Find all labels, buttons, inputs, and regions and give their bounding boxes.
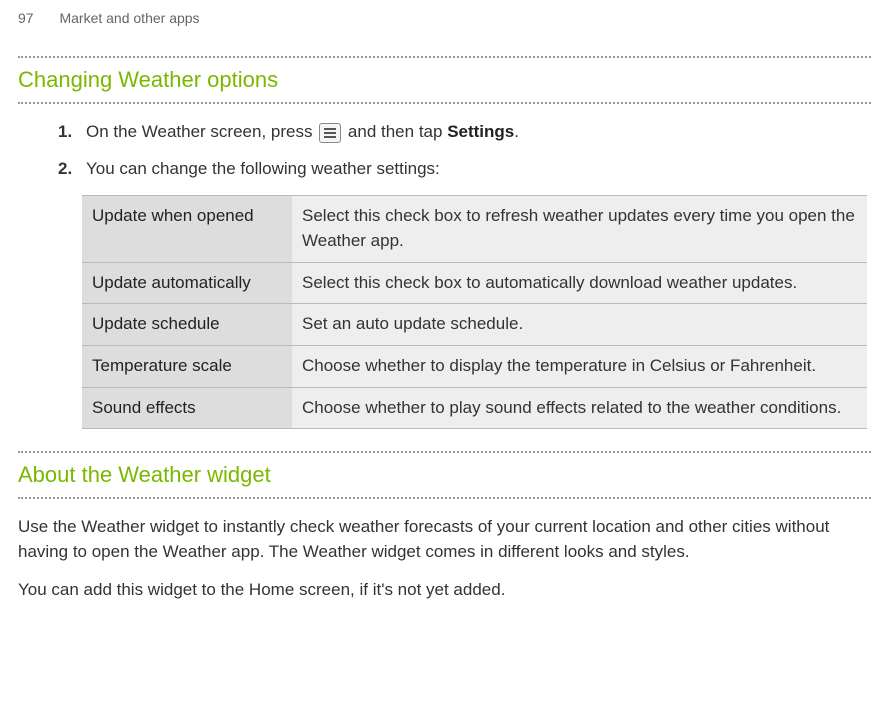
section-about-weather-widget: About the Weather widget Use the Weather… [18, 451, 871, 603]
step1-mid: and then tap [348, 122, 447, 141]
setting-label: Update automatically [82, 262, 292, 304]
settings-table: Update when opened Select this check box… [82, 195, 867, 429]
paragraph: You can add this widget to the Home scre… [18, 578, 871, 603]
step1-bold: Settings [447, 122, 514, 141]
setting-label: Update schedule [82, 304, 292, 346]
page-header: 97 Market and other apps [18, 8, 871, 28]
table-row: Update automatically Select this check b… [82, 262, 867, 304]
paragraph: Use the Weather widget to instantly chec… [18, 515, 871, 564]
step-body: On the Weather screen, press and then ta… [86, 120, 871, 145]
step-body: You can change the following weather set… [86, 157, 871, 429]
table-row: Temperature scale Choose whether to disp… [82, 346, 867, 388]
list-item: 1. On the Weather screen, press and then… [58, 120, 871, 145]
step-number: 1. [58, 120, 86, 145]
setting-desc: Select this check box to automatically d… [292, 262, 867, 304]
setting-desc: Set an auto update schedule. [292, 304, 867, 346]
setting-desc: Select this check box to refresh weather… [292, 196, 867, 262]
list-item: 2. You can change the following weather … [58, 157, 871, 429]
setting-label: Update when opened [82, 196, 292, 262]
section-heading-changing-weather-options: Changing Weather options [18, 56, 871, 104]
setting-desc: Choose whether to display the temperatur… [292, 346, 867, 388]
menu-icon [319, 123, 341, 143]
table-row: Update schedule Set an auto update sched… [82, 304, 867, 346]
page-number: 97 [18, 8, 34, 28]
step1-post: . [514, 122, 519, 141]
step2-text: You can change the following weather set… [86, 159, 440, 178]
setting-label: Temperature scale [82, 346, 292, 388]
steps-list: 1. On the Weather screen, press and then… [18, 120, 871, 429]
table-row: Update when opened Select this check box… [82, 196, 867, 262]
setting-label: Sound effects [82, 387, 292, 429]
section-heading-about-widget: About the Weather widget [18, 451, 871, 499]
table-row: Sound effects Choose whether to play sou… [82, 387, 867, 429]
chapter-title: Market and other apps [59, 10, 199, 26]
setting-desc: Choose whether to play sound effects rel… [292, 387, 867, 429]
step1-pre: On the Weather screen, press [86, 122, 317, 141]
